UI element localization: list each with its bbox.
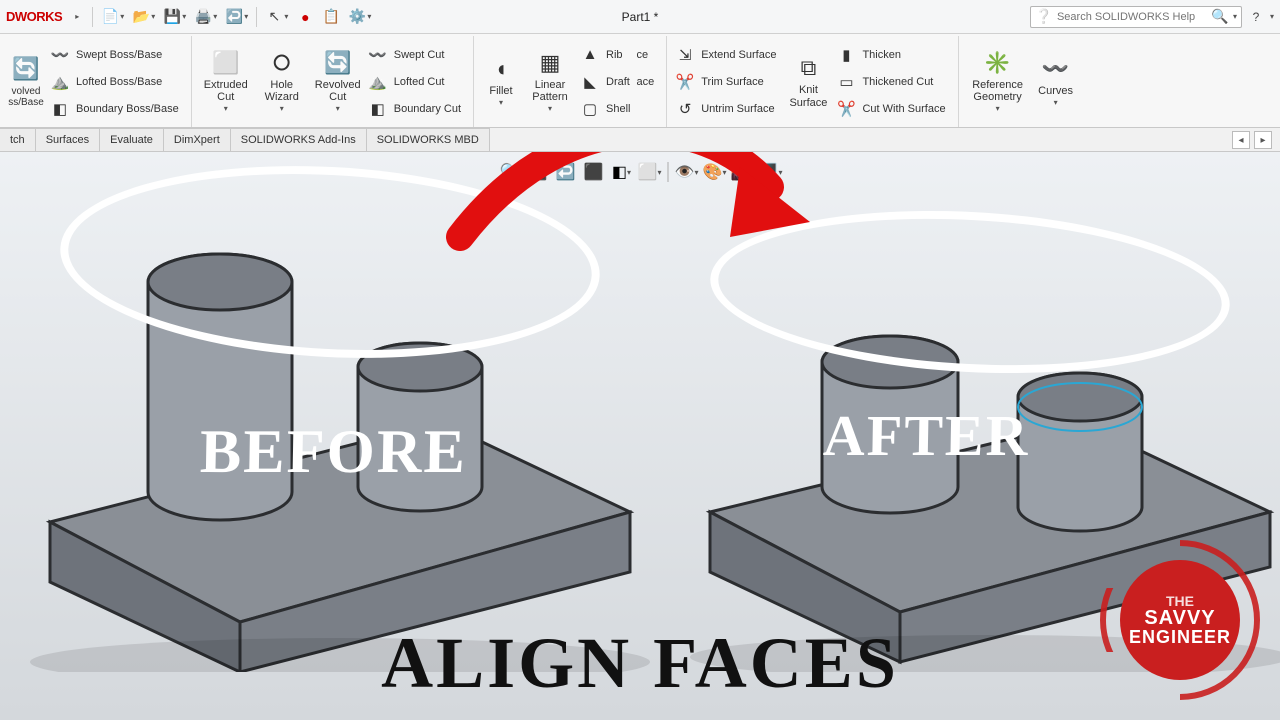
hole-wizard-icon: ⭘ — [268, 49, 296, 77]
swept-cut-icon: 〰️ — [368, 45, 388, 65]
hole-wizard-button[interactable]: ⭘Hole Wizard▾ — [254, 39, 310, 125]
savvy-engineer-badge: THE SAVVY ENGINEER — [1100, 540, 1260, 700]
shell-button[interactable]: ▢Shell — [578, 96, 636, 122]
open-icon[interactable]: 📂▾ — [130, 6, 157, 28]
tab-surfaces[interactable]: Surfaces — [36, 128, 100, 151]
lofted-cut-icon: ⛰️ — [368, 72, 388, 92]
help-search: ❔ 🔍 ▾ ? ▾ — [1030, 6, 1274, 28]
fillet-icon: ◖ — [487, 55, 515, 83]
reference-geometry-button[interactable]: ✳️Reference Geometry▾ — [965, 39, 1031, 125]
knit-surface-icon: ⧉ — [794, 54, 822, 82]
undo-icon[interactable]: ↩️▾ — [223, 6, 250, 28]
settings-icon[interactable]: ⚙️▾ — [346, 6, 373, 28]
print-icon[interactable]: 🖨️▾ — [192, 6, 219, 28]
select-icon[interactable]: ↖▾ — [263, 6, 290, 28]
extend-surface-icon: ⇲ — [675, 45, 695, 65]
rib-button[interactable]: ▲Rib — [578, 42, 636, 68]
ribbon: 🔄 volved ss/Base 〰️Swept Boss/Base ⛰️Lof… — [0, 34, 1280, 128]
search-icon[interactable]: 🔍 — [1211, 8, 1229, 26]
extruded-cut-icon: ⬜ — [212, 49, 240, 77]
help-balloon-icon: ❔ — [1035, 8, 1053, 26]
menu-bar: DWORKS ▸ 📄▾ 📂▾ 💾▾ 🖨️▾ ↩️▾ ↖▾ ● 📋 ⚙️▾ Par… — [0, 0, 1280, 34]
thicken-icon: ▮ — [836, 45, 856, 65]
app-logo: DWORKS — [6, 9, 68, 24]
search-dropdown-icon[interactable]: ▾ — [1233, 12, 1237, 21]
extruded-cut-button[interactable]: ⬜Extruded Cut▾ — [198, 39, 254, 125]
badge-line-1: THE — [1166, 594, 1194, 608]
tab-evaluate[interactable]: Evaluate — [100, 128, 164, 151]
badge-line-3: ENGINEER — [1129, 628, 1231, 646]
cut-with-surface-button[interactable]: ✂️Cut With Surface — [834, 96, 951, 122]
rib-icon: ▲ — [580, 45, 600, 65]
revolved-cut-icon: 🔄 — [324, 49, 352, 77]
new-icon[interactable]: 📄▾ — [99, 6, 126, 28]
rebuild-icon[interactable]: ● — [294, 6, 316, 28]
cut-with-surface-icon: ✂️ — [836, 99, 856, 119]
lofted-cut-button[interactable]: ⛰️Lofted Cut — [366, 69, 467, 95]
knit-surface-button[interactable]: ⧉Knit Surface — [782, 39, 834, 125]
thicken-button[interactable]: ▮Thicken — [834, 42, 951, 68]
swept-cut-button[interactable]: 〰️Swept Cut — [366, 42, 467, 68]
trim-surface-icon: ✂️ — [675, 72, 695, 92]
options-icon[interactable]: 📋 — [320, 6, 342, 28]
ribbon-group-boss: 🔄 volved ss/Base 〰️Swept Boss/Base ⛰️Lof… — [4, 36, 192, 127]
ribbon-group-cut: ⬜Extruded Cut▾ ⭘Hole Wizard▾ 🔄Revolved C… — [192, 36, 474, 127]
untrim-surface-icon: ↺ — [675, 99, 695, 119]
linear-pattern-button[interactable]: ▦Linear Pattern▾ — [522, 39, 578, 125]
help-search-box[interactable]: ❔ 🔍 ▾ — [1030, 6, 1242, 28]
document-title: Part1 * — [622, 10, 659, 24]
lofted-boss-button[interactable]: ⛰️Lofted Boss/Base — [48, 69, 185, 95]
badge-line-2: SAVVY — [1144, 608, 1215, 628]
extend-surface-button[interactable]: ⇲Extend Surface — [673, 42, 782, 68]
draft-icon: ◣ — [580, 72, 600, 92]
ribbon-group-surfaces: ⇲Extend Surface ✂️Trim Surface ↺Untrim S… — [667, 36, 958, 127]
graphics-viewport[interactable]: 🔍 🔲 ↩️ ⬛ ◧▾ ⬜▾ 👁️▾ 🎨▾ 🌄▾ 🖥️▾ — [0, 152, 1280, 720]
quick-access-toolbar: 📄▾ 📂▾ 💾▾ 🖨️▾ ↩️▾ ↖▾ ● 📋 ⚙️▾ — [90, 6, 373, 28]
help-dropdown-icon[interactable]: ▾ — [1270, 12, 1274, 21]
boundary-boss-button[interactable]: ◧Boundary Boss/Base — [48, 96, 185, 122]
menu-expand-icon[interactable]: ▸ — [68, 8, 86, 26]
lofted-boss-icon: ⛰️ — [50, 72, 70, 92]
tab-nav-next[interactable]: ▸ — [1254, 131, 1272, 149]
tab-addins[interactable]: SOLIDWORKS Add-Ins — [231, 128, 367, 151]
untrim-surface-button[interactable]: ↺Untrim Surface — [673, 96, 782, 122]
fillet-button[interactable]: ◖Fillet▾ — [480, 39, 522, 125]
save-icon[interactable]: 💾▾ — [161, 6, 188, 28]
curves-button[interactable]: 〰️Curves▾ — [1031, 39, 1081, 125]
thickened-cut-button[interactable]: ▭Thickened Cut — [834, 69, 951, 95]
draft-button[interactable]: ◣Draft — [578, 69, 636, 95]
ribbon-group-reference: ✳️Reference Geometry▾ 〰️Curves▾ — [959, 36, 1087, 127]
revolved-boss-button[interactable]: 🔄 volved ss/Base — [4, 39, 48, 125]
tab-mbd[interactable]: SOLIDWORKS MBD — [367, 128, 490, 151]
caption-after: AFTER — [823, 402, 1031, 469]
boundary-boss-icon: ◧ — [50, 99, 70, 119]
tab-dimxpert[interactable]: DimXpert — [164, 128, 231, 151]
swept-boss-button[interactable]: 〰️Swept Boss/Base — [48, 42, 185, 68]
tab-nav-prev[interactable]: ◂ — [1232, 131, 1250, 149]
caption-before: BEFORE — [199, 417, 467, 488]
trim-surface-button[interactable]: ✂️Trim Surface — [673, 69, 782, 95]
revolved-cut-button[interactable]: 🔄Revolved Cut▾ — [310, 39, 366, 125]
mirror-ace-button[interactable]: ace — [634, 69, 660, 95]
linear-pattern-icon: ▦ — [536, 49, 564, 77]
tab-sketch[interactable]: tch — [0, 128, 36, 151]
boundary-cut-icon: ◧ — [368, 99, 388, 119]
red-arrow-icon — [440, 152, 820, 257]
swept-boss-icon: 〰️ — [50, 45, 70, 65]
help-search-input[interactable] — [1057, 11, 1207, 23]
help-button[interactable]: ? — [1246, 7, 1266, 27]
thickened-cut-icon: ▭ — [836, 72, 856, 92]
caption-title: ALIGN FACES — [381, 622, 899, 705]
boundary-cut-button[interactable]: ◧Boundary Cut — [366, 96, 467, 122]
mirror-ce-button[interactable]: ce — [634, 42, 660, 68]
revolved-boss-icon: 🔄 — [12, 56, 40, 84]
shell-icon: ▢ — [580, 99, 600, 119]
curves-icon: 〰️ — [1042, 55, 1070, 83]
command-manager-tabs: tch Surfaces Evaluate DimXpert SOLIDWORK… — [0, 128, 1280, 152]
ribbon-group-features: ◖Fillet▾ ▦Linear Pattern▾ ▲Rib ◣Draft ▢S… — [474, 36, 667, 127]
reference-geometry-icon: ✳️ — [984, 49, 1012, 77]
